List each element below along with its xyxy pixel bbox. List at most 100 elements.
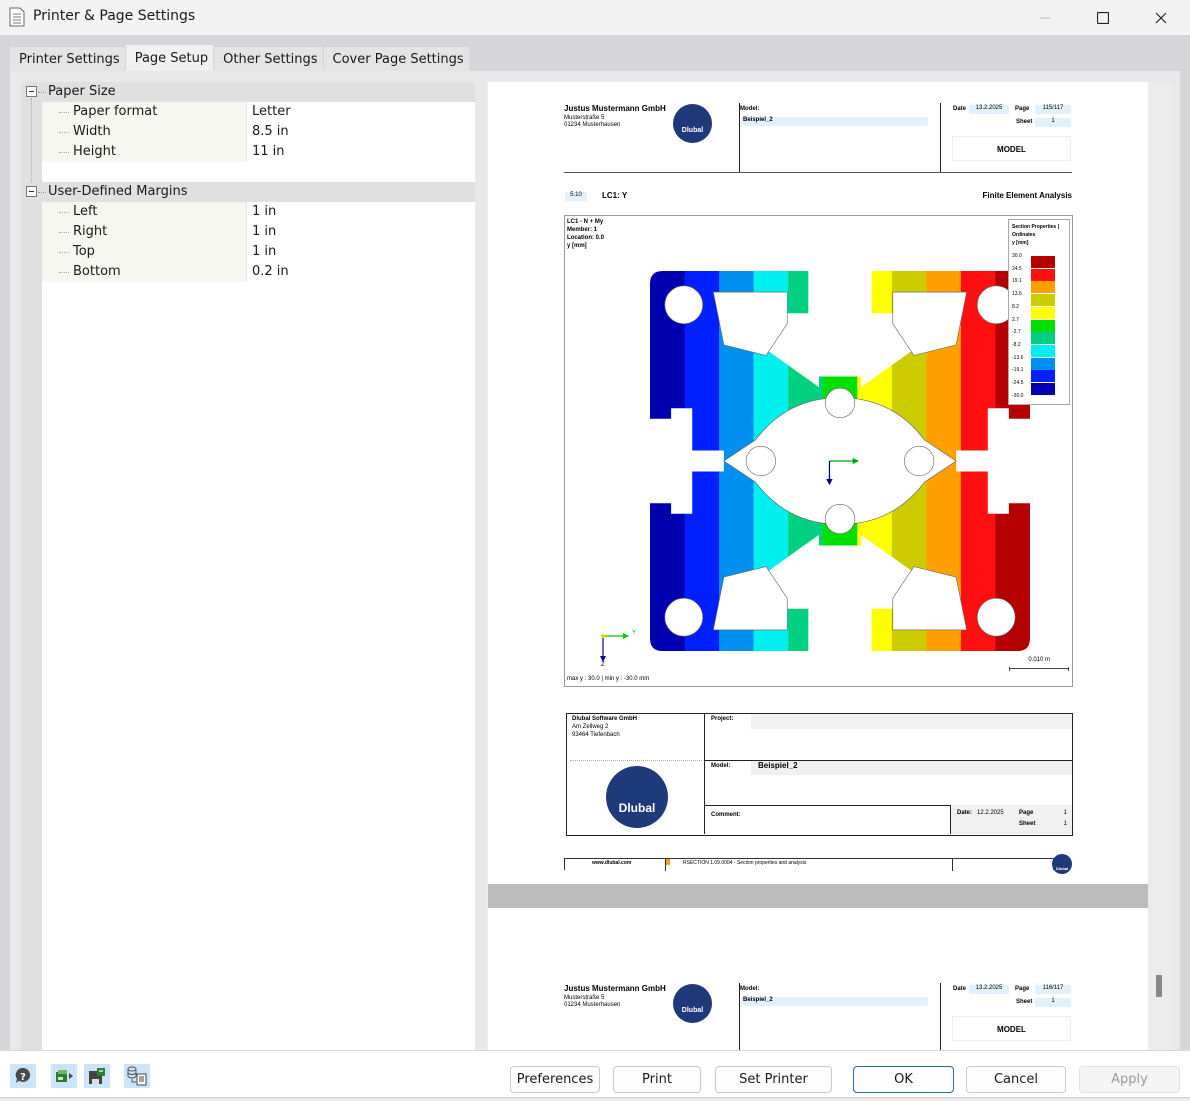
row-left[interactable]: Left 1 in bbox=[42, 202, 475, 222]
group-label: User-Defined Margins bbox=[48, 184, 188, 199]
bottom-strip bbox=[0, 1097, 1190, 1101]
property-value[interactable]: 1 in bbox=[252, 204, 276, 219]
print-preview[interactable]: Justus Mustermann GmbH Musterstraße 5 01… bbox=[487, 82, 1171, 1067]
legend-value: -13.6 bbox=[1012, 354, 1024, 361]
row-bottom[interactable]: Bottom 0.2 in bbox=[42, 262, 475, 282]
cover-block: Dlubal Software GmbH Am Zellweg 2 93464 … bbox=[566, 713, 1073, 836]
tree-connector bbox=[38, 92, 46, 93]
tab-page-setup[interactable]: Page Setup bbox=[125, 45, 214, 71]
load-settings-button[interactable] bbox=[51, 1064, 77, 1088]
date-label: Date bbox=[953, 106, 967, 112]
property-value[interactable]: 11 in bbox=[252, 144, 285, 159]
section-plot bbox=[650, 271, 1030, 651]
scale-bar bbox=[1009, 667, 1069, 671]
collapse-icon[interactable] bbox=[26, 86, 37, 97]
legend-value: 30.0 bbox=[1012, 253, 1022, 259]
group-paper-size[interactable]: Paper Size bbox=[21, 82, 475, 102]
minimize-button[interactable] bbox=[1016, 0, 1074, 35]
close-button[interactable] bbox=[1132, 0, 1190, 35]
legend-value: -24.5 bbox=[1012, 380, 1024, 386]
preview-page: Justus Mustermann GmbH Musterstraße 5 01… bbox=[488, 82, 1148, 884]
close-icon bbox=[1155, 12, 1167, 23]
cover-city: 93464 Tiefenbach bbox=[572, 732, 620, 738]
tab-other-settings[interactable]: Other Settings bbox=[214, 47, 323, 71]
dlubal-logo: Dlubal bbox=[673, 104, 712, 143]
tree-connector bbox=[31, 98, 32, 182]
legend-value: -19.1 bbox=[1012, 367, 1024, 374]
tree-connector bbox=[59, 272, 69, 273]
model-value: Beispiel_2 bbox=[741, 997, 928, 1006]
legend-swatch bbox=[1031, 294, 1055, 307]
collapse-icon[interactable] bbox=[26, 186, 37, 197]
ok-button[interactable]: OK bbox=[853, 1066, 954, 1093]
print-button[interactable]: Print bbox=[613, 1066, 701, 1093]
property-value[interactable]: 8.5 in bbox=[252, 124, 289, 139]
result-figure: LC1 - N + My Member: 1 Location: 0.0 y [… bbox=[564, 215, 1073, 687]
property-value[interactable]: 1 in bbox=[252, 224, 276, 239]
figure-footer-note: max y : 30.0 | min y : -30.0 mm bbox=[567, 676, 650, 682]
apply-button[interactable]: Apply bbox=[1079, 1066, 1180, 1093]
page-label: Page bbox=[1015, 986, 1030, 992]
property-value[interactable]: Letter bbox=[252, 104, 291, 119]
legend-value: -2.7 bbox=[1012, 329, 1021, 336]
legend-swatch bbox=[1031, 281, 1055, 294]
property-value[interactable]: 0.2 in bbox=[252, 264, 289, 279]
cancel-button[interactable]: Cancel bbox=[966, 1066, 1066, 1093]
contour-band bbox=[960, 271, 996, 651]
sheet-value: 1 bbox=[1035, 118, 1071, 127]
chapter-title: LC1: Y bbox=[602, 191, 628, 200]
tab-cover-page-settings[interactable]: Cover Page Settings bbox=[323, 47, 469, 71]
company-street: Musterstraße 5 bbox=[564, 995, 605, 1001]
group-user-defined-margins[interactable]: User-Defined Margins bbox=[21, 182, 475, 202]
legend-swatch bbox=[1031, 256, 1055, 268]
legend-swatch bbox=[1031, 357, 1055, 370]
window-title: Printer & Page Settings bbox=[33, 8, 196, 24]
tab-printer-settings[interactable]: Printer Settings bbox=[10, 47, 125, 71]
dlubal-logo-small: Dlubal bbox=[1052, 854, 1072, 874]
legend-swatch bbox=[1031, 332, 1055, 345]
legend-value: 13.6 bbox=[1012, 291, 1022, 298]
preview-scrollbar-thumb[interactable] bbox=[1156, 975, 1162, 997]
legend: Section Properties | Ordinates y [mm] 30… bbox=[1008, 219, 1070, 405]
legend-title-line: Section Properties | bbox=[1012, 224, 1059, 230]
set-printer-margins-button[interactable]: Set Printer Margins bbox=[715, 1066, 832, 1101]
row-top[interactable]: Top 1 in bbox=[42, 242, 475, 262]
save-settings-icon bbox=[89, 1068, 105, 1084]
sheet-value: 1 bbox=[1035, 998, 1071, 1007]
legend-value: -30.0 bbox=[1012, 392, 1024, 399]
company-name: Justus Mustermann GmbH bbox=[564, 984, 666, 993]
page-separator bbox=[488, 884, 1148, 908]
maximize-button[interactable] bbox=[1074, 0, 1132, 35]
document-icon bbox=[9, 7, 25, 27]
footer-website: www.dlubal.com bbox=[592, 860, 632, 866]
row-height[interactable]: Height 11 in bbox=[42, 142, 475, 162]
tree-connector bbox=[59, 252, 69, 253]
save-settings-button[interactable] bbox=[84, 1064, 110, 1088]
project-field bbox=[751, 714, 1072, 729]
chapter-number: 5.10 bbox=[565, 192, 587, 201]
divider bbox=[940, 103, 941, 173]
tree-connector bbox=[38, 192, 46, 193]
preferences-button[interactable]: Preferences bbox=[510, 1066, 600, 1093]
database-report-button[interactable] bbox=[124, 1064, 150, 1088]
header-rule bbox=[564, 172, 1072, 173]
property-value[interactable]: 1 in bbox=[252, 244, 276, 259]
dialog-body: Printer Settings Page Setup Other Settin… bbox=[0, 35, 1190, 1076]
tree-gutter bbox=[21, 82, 42, 1067]
divider bbox=[570, 760, 702, 761]
minimize-icon bbox=[1040, 17, 1050, 18]
model-label: Model: bbox=[740, 106, 760, 112]
axis-z-label: Z bbox=[601, 662, 605, 668]
help-button[interactable]: ? bbox=[10, 1064, 36, 1088]
row-right[interactable]: Right 1 in bbox=[42, 222, 475, 242]
company-street: Musterstraße 5 bbox=[564, 115, 605, 121]
legend-title: Section Properties | Ordinates y [mm] bbox=[1012, 223, 1059, 247]
cover-model-label: Model: bbox=[711, 763, 731, 769]
row-paper-format[interactable]: Paper format Letter bbox=[42, 102, 475, 122]
legend-value: 8.2 bbox=[1012, 303, 1019, 310]
tab-bar: Printer Settings Page Setup Other Settin… bbox=[10, 45, 470, 71]
dlubal-logo: Dlubal bbox=[673, 984, 712, 1023]
figure-info: LC1 - N + My Member: 1 Location: 0.0 y [… bbox=[567, 218, 604, 250]
row-width[interactable]: Width 8.5 in bbox=[42, 122, 475, 142]
maximize-icon bbox=[1097, 11, 1109, 24]
